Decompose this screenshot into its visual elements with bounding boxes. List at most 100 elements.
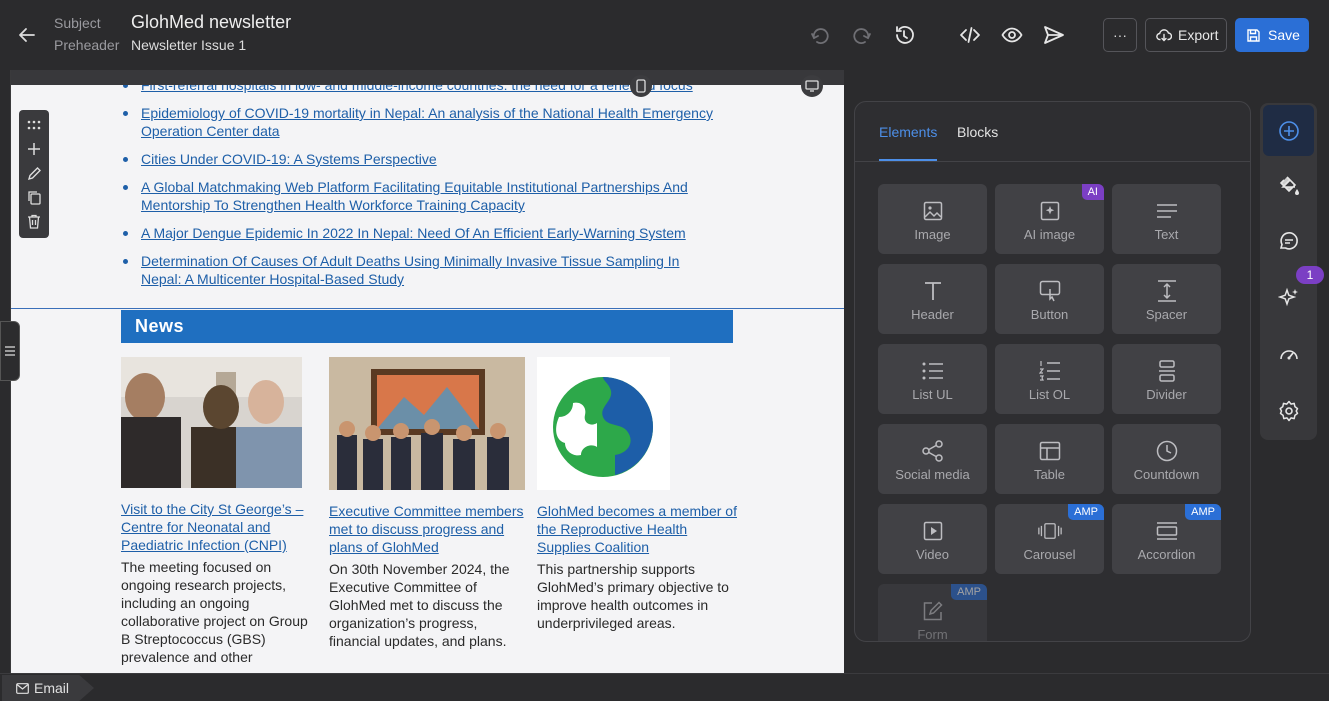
add-block-icon[interactable] xyxy=(25,140,43,158)
element-accordion[interactable]: AMP Accordion xyxy=(1112,504,1221,574)
trash-icon[interactable] xyxy=(25,212,43,230)
history-icon[interactable] xyxy=(892,23,916,47)
amp-badge: AMP xyxy=(951,584,987,600)
export-button[interactable]: Export xyxy=(1145,18,1227,52)
undo-icon[interactable] xyxy=(808,23,832,47)
element-video[interactable]: Video xyxy=(878,504,987,574)
speedometer-icon[interactable] xyxy=(1263,328,1314,379)
list-item[interactable]: A Major Dengue Epidemic In 2022 In Nepal… xyxy=(121,224,721,242)
subject-input[interactable]: GlohMed newsletter xyxy=(131,12,291,33)
form-icon xyxy=(921,599,945,623)
glohmed-logo-image[interactable] xyxy=(537,357,670,490)
add-elements-icon[interactable] xyxy=(1263,105,1314,156)
news-heading[interactable]: News xyxy=(121,310,733,343)
news-title-link[interactable]: Visit to the City St George’s – Centre f… xyxy=(121,500,317,554)
news-item: Visit to the City St George’s – Centre f… xyxy=(121,357,317,666)
drag-handle-icon[interactable] xyxy=(25,116,43,134)
element-carousel[interactable]: AMP Carousel xyxy=(995,504,1104,574)
comments-icon[interactable] xyxy=(1263,216,1314,267)
element-button[interactable]: Button xyxy=(995,264,1104,334)
clock-icon xyxy=(1155,439,1179,463)
paint-bucket-icon[interactable] xyxy=(1263,160,1314,211)
news-photo[interactable] xyxy=(121,357,302,488)
preview-eye-icon[interactable] xyxy=(1000,23,1024,47)
subject-label: Subject xyxy=(54,15,101,31)
news-title-link[interactable]: Executive Committee members met to discu… xyxy=(329,502,525,556)
element-label: Carousel xyxy=(1023,547,1076,562)
element-text[interactable]: Text xyxy=(1112,184,1221,254)
cloud-download-icon xyxy=(1156,27,1172,43)
publication-link[interactable]: A Major Dengue Epidemic In 2022 In Nepal… xyxy=(141,225,686,241)
news-item: Executive Committee members met to discu… xyxy=(329,357,525,650)
news-title-link[interactable]: GlohMed becomes a member of the Reproduc… xyxy=(537,502,737,556)
news-photo[interactable] xyxy=(329,357,525,490)
ai-image-icon xyxy=(1038,199,1062,223)
publication-link[interactable]: A Global Matchmaking Web Platform Facili… xyxy=(141,179,688,213)
element-social-media[interactable]: Social media xyxy=(878,424,987,494)
more-options-button[interactable]: ··· xyxy=(1103,18,1137,52)
element-table[interactable]: Table xyxy=(995,424,1104,494)
publication-link[interactable]: Cities Under COVID-19: A Systems Perspec… xyxy=(141,151,437,167)
back-arrow-icon[interactable] xyxy=(14,23,40,47)
editor-canvas[interactable]: First-referral hospitals in low- and mid… xyxy=(10,70,844,673)
list-item[interactable]: Epidemiology of COVID-19 mortality in Ne… xyxy=(121,104,721,140)
element-image[interactable]: Image xyxy=(878,184,987,254)
block-toolbar xyxy=(19,110,49,238)
list-item[interactable]: Cities Under COVID-19: A Systems Perspec… xyxy=(121,150,721,168)
accordion-icon xyxy=(1155,519,1179,543)
top-bar: Subject Preheader GlohMed newsletter New… xyxy=(0,0,1329,70)
tab-elements[interactable]: Elements xyxy=(879,124,937,140)
element-spacer[interactable]: Spacer xyxy=(1112,264,1221,334)
element-label: Text xyxy=(1154,227,1179,242)
ai-notification-badge: 1 xyxy=(1296,266,1324,284)
element-label: Header xyxy=(911,307,954,322)
element-divider[interactable]: Divider xyxy=(1112,344,1221,414)
send-icon[interactable] xyxy=(1042,23,1066,47)
preheader-input[interactable]: Newsletter Issue 1 xyxy=(131,37,246,53)
element-list-ul[interactable]: List UL xyxy=(878,344,987,414)
divider-icon xyxy=(1155,359,1179,383)
mail-icon xyxy=(16,682,29,694)
ai-badge: AI xyxy=(1081,184,1104,200)
code-icon[interactable] xyxy=(958,23,982,47)
breadcrumb-label: Email xyxy=(34,680,70,696)
publication-link[interactable]: Epidemiology of COVID-19 mortality in Ne… xyxy=(141,105,713,139)
list-item[interactable]: A Global Matchmaking Web Platform Facili… xyxy=(121,178,721,214)
element-label: Table xyxy=(1033,467,1066,482)
table-icon xyxy=(1038,439,1062,463)
redo-icon[interactable] xyxy=(850,23,874,47)
button-icon xyxy=(1038,279,1062,303)
settings-gear-icon[interactable] xyxy=(1263,385,1314,436)
element-form[interactable]: AMP Form xyxy=(878,584,987,642)
element-label: Button xyxy=(1030,307,1069,322)
element-list-ol[interactable]: List OL xyxy=(995,344,1104,414)
element-label: List UL xyxy=(912,387,953,402)
element-label: Social media xyxy=(895,467,970,482)
elements-panel: Elements Blocks Image AI AI image Text H… xyxy=(854,101,1251,642)
desktop-view-icon[interactable] xyxy=(801,75,823,97)
list-ul-icon xyxy=(921,359,945,383)
publications-list: First-referral hospitals in low- and mid… xyxy=(121,76,721,298)
mobile-view-icon[interactable] xyxy=(630,75,652,97)
structure-panel-toggle[interactable] xyxy=(0,321,20,381)
element-label: Form xyxy=(917,627,948,642)
element-label: Video xyxy=(915,547,949,562)
tab-blocks[interactable]: Blocks xyxy=(957,124,998,140)
edit-pencil-icon[interactable] xyxy=(25,164,43,182)
publication-link[interactable]: Determination Of Causes Of Adult Deaths … xyxy=(141,253,679,287)
element-header[interactable]: Header xyxy=(878,264,987,334)
news-summary: On 30th November 2024, the Executive Com… xyxy=(329,561,510,649)
element-countdown[interactable]: Countdown xyxy=(1112,424,1221,494)
list-item[interactable]: Determination Of Causes Of Adult Deaths … xyxy=(121,252,721,288)
element-label: List OL xyxy=(1028,387,1071,402)
element-ai-image[interactable]: AI AI image xyxy=(995,184,1104,254)
video-icon xyxy=(921,519,945,543)
preheader-label: Preheader xyxy=(54,37,120,53)
header-icon xyxy=(921,279,945,303)
save-button[interactable]: Save xyxy=(1235,18,1309,52)
duplicate-icon[interactable] xyxy=(25,188,43,206)
bottom-bar: Email xyxy=(0,673,1329,701)
breadcrumb-email[interactable]: Email xyxy=(2,675,94,701)
element-label: Accordion xyxy=(1137,547,1196,562)
element-label: Image xyxy=(914,227,951,242)
